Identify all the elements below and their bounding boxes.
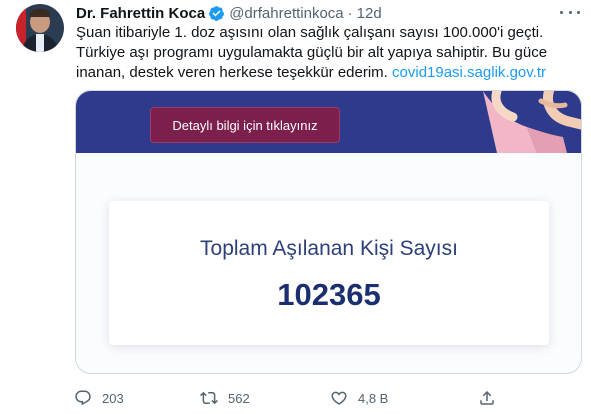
avatar-shirt	[36, 34, 44, 52]
tweet-link[interactable]: covid19asi.saglik.gov.tr	[392, 64, 546, 81]
tweet-header: Dr. Fahrettin Koca @drfahrettinkoca · 12…	[76, 3, 382, 23]
details-button[interactable]: Detaylı bilgi için tıklayınız	[150, 107, 340, 143]
reply-button[interactable]: 203	[74, 389, 124, 407]
stat-box: Toplam Aşılanan Kişi Sayısı 102365	[109, 201, 549, 345]
tweet-actions: 203 562 4,8 B	[74, 388, 504, 408]
author-handle[interactable]: @drfahrettinkoca	[229, 5, 343, 22]
more-dot	[577, 10, 580, 14]
more-dot	[560, 10, 563, 14]
verified-badge-icon	[209, 5, 225, 21]
retweet-icon	[200, 391, 218, 405]
avatar[interactable]	[16, 4, 64, 52]
share-icon	[480, 390, 494, 405]
retweet-count: 562	[228, 390, 250, 406]
like-count: 4,8 B	[358, 390, 389, 406]
stat-label: Toplam Aşılanan Kişi Sayısı	[200, 237, 458, 260]
more-dot	[568, 10, 572, 14]
share-button[interactable]	[478, 389, 496, 407]
author-name[interactable]: Dr. Fahrettin Koca	[76, 5, 205, 22]
card-banner: Detaylı bilgi için tıklayınız	[76, 91, 581, 153]
avatar-hair	[30, 9, 50, 17]
tweet-text: Şuan itibariyle 1. doz aşısını olan sağl…	[76, 23, 574, 83]
tweet-timestamp[interactable]: 12d	[357, 5, 382, 22]
separator-dot: ·	[347, 4, 353, 22]
more-options-icon[interactable]	[560, 4, 580, 20]
reply-icon	[75, 390, 91, 406]
like-button[interactable]: 4,8 B	[330, 389, 388, 407]
link-card[interactable]: Detaylı bilgi için tıklayınız Toplam Aşı…	[75, 90, 582, 374]
stat-value: 102365	[277, 277, 381, 312]
reply-count: 203	[102, 390, 124, 406]
retweet-button[interactable]: 562	[200, 389, 250, 407]
like-icon	[331, 391, 347, 405]
vaccination-illustration	[453, 91, 581, 153]
